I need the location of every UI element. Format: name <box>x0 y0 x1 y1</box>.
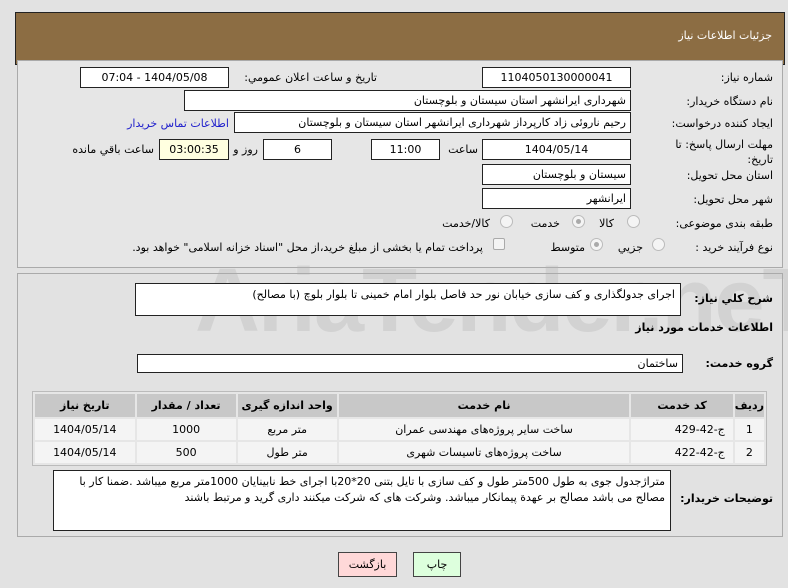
province-label: استان محل تحویل: <box>686 169 773 182</box>
category-option-goods: کالا <box>599 217 614 230</box>
city-field[interactable]: ایرانشهر <box>482 188 631 209</box>
creator-field[interactable]: رحیم ناروئی زاد کارپرداز شهرداری ایرانشه… <box>234 112 631 133</box>
cell-unit: متر مربع <box>237 419 337 440</box>
process-radio-medium[interactable] <box>590 238 603 251</box>
buyer-org-field[interactable]: شهرداری ایرانشهر استان سیستان و بلوچستان <box>184 90 631 111</box>
payment-checkbox[interactable] <box>493 238 505 250</box>
cell-name: ساخت پروژه‌های تاسیسات شهری <box>338 442 630 463</box>
table-row: 2 ج-42-422 ساخت پروژه‌های تاسیسات شهری م… <box>35 442 764 463</box>
remaining-label: ساعت باقي مانده <box>72 143 154 156</box>
days-label: روز و <box>233 143 258 156</box>
col-row: ردیف <box>734 394 764 417</box>
page-title: جزئیات اطلاعات نیاز <box>678 29 772 42</box>
process-label: نوع فرآیند خرید : <box>695 241 773 254</box>
col-unit: واحد اندازه گیری <box>237 394 337 417</box>
cell-row: 1 <box>734 419 764 440</box>
announce-field[interactable]: 1404/05/08 - 07:04 <box>80 67 229 88</box>
cell-row: 2 <box>734 442 764 463</box>
payment-note: پرداخت تمام یا بخشی از مبلغ خرید،از محل … <box>132 241 483 254</box>
cell-code: ج-42-429 <box>631 419 733 440</box>
city-label: شهر محل تحویل: <box>693 193 773 206</box>
col-date: تاریخ نیاز <box>35 394 135 417</box>
table-row: 1 ج-42-429 ساخت سایر پروژه‌های مهندسی عم… <box>35 419 764 440</box>
col-qty: تعداد / مقدار <box>136 394 236 417</box>
cell-code: ج-42-422 <box>631 442 733 463</box>
col-code: کد خدمت <box>631 394 733 417</box>
days-field[interactable]: 6 <box>263 139 332 160</box>
cell-date: 1404/05/14 <box>35 419 135 440</box>
cell-qty: 500 <box>136 442 236 463</box>
service-group-field[interactable]: ساختمان <box>137 354 683 373</box>
category-radio-goods[interactable] <box>627 215 640 228</box>
deadline-label: مهلت ارسال پاسخ: تا تاریخ: <box>675 138 773 166</box>
buyer-notes-textarea[interactable]: متراژجدول جوی به طول 500متر طول و کف ساز… <box>53 470 671 531</box>
cell-date: 1404/05/14 <box>35 442 135 463</box>
process-option-minor: جزیي <box>617 241 643 254</box>
services-table: ردیف کد خدمت نام خدمت واحد اندازه گیری ت… <box>32 391 767 466</box>
contact-info-link[interactable]: اطلاعات تماس خریدار <box>127 117 229 130</box>
page-header: جزئیات اطلاعات نیاز <box>15 12 785 65</box>
services-title: اطلاعات خدمات مورد نیاز <box>635 321 773 334</box>
col-name: نام خدمت <box>338 394 630 417</box>
creator-label: ایجاد کننده درخواست: <box>671 117 773 130</box>
buyer-notes-label: توضیحات خریدار: <box>680 492 773 505</box>
announce-label: تاریخ و ساعت اعلان عمومي: <box>244 71 377 84</box>
print-button[interactable]: چاپ <box>413 552 461 577</box>
cell-name: ساخت سایر پروژه‌های مهندسی عمران <box>338 419 630 440</box>
province-field[interactable]: سیستان و بلوچستان <box>482 164 631 185</box>
table-header-row: ردیف کد خدمت نام خدمت واحد اندازه گیری ت… <box>35 394 764 417</box>
cell-unit: متر طول <box>237 442 337 463</box>
need-number-field[interactable]: 1104050130000041 <box>482 67 631 88</box>
category-label: طبقه بندی موضوعی: <box>675 217 773 230</box>
process-radio-minor[interactable] <box>652 238 665 251</box>
category-radio-service[interactable] <box>572 215 585 228</box>
summary-label: شرح کلي نیاز: <box>694 292 773 305</box>
need-number-label: شماره نیاز: <box>720 71 773 84</box>
time-label: ساعت <box>448 143 478 156</box>
category-option-both: کالا/خدمت <box>442 217 490 230</box>
deadline-time-field[interactable]: 11:00 <box>371 139 440 160</box>
remaining-time-field: 03:00:35 <box>159 139 229 160</box>
back-button[interactable]: بازگشت <box>338 552 397 577</box>
category-option-service: خدمت <box>530 217 560 230</box>
buyer-org-label: نام دستگاه خریدار: <box>686 95 773 108</box>
service-group-label: گروه خدمت: <box>705 357 773 370</box>
summary-textarea[interactable]: اجرای جدولگذاری و کف سازی خیابان نور حد … <box>135 283 681 316</box>
deadline-date-field[interactable]: 1404/05/14 <box>482 139 631 160</box>
process-option-medium: متوسط <box>550 241 585 254</box>
cell-qty: 1000 <box>136 419 236 440</box>
category-radio-both[interactable] <box>500 215 513 228</box>
